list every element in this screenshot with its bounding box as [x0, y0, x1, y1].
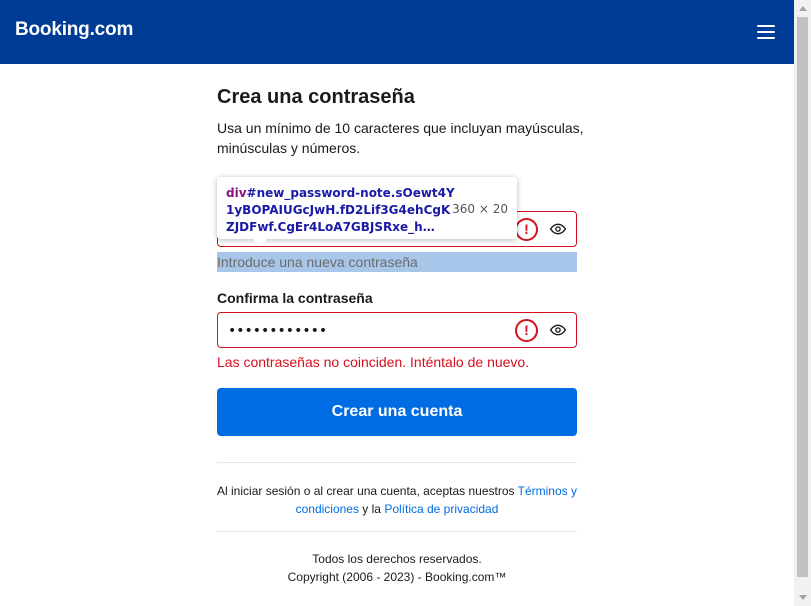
scroll-down-icon[interactable]: [799, 595, 807, 600]
element-classes: #new_password-note.sOewt4Y1yBOPAIUGcJwH.…: [226, 186, 455, 234]
password-requirements: Usa un mínimo de 10 caracteres que inclu…: [217, 120, 584, 156]
create-account-button[interactable]: Crear una cuenta: [217, 388, 577, 436]
rights-text: Todos los derechos reservados.: [312, 552, 482, 566]
password-mismatch-error: Las contraseñas no coinciden. Inténtalo …: [217, 354, 530, 370]
show-password-icon[interactable]: [549, 322, 567, 338]
error-icon: !: [515, 319, 538, 342]
page-title: Crea una contraseña: [217, 86, 415, 108]
devtools-inspect-tooltip: div#new_password-note.sOewt4Y1yBOPAIUGcJ…: [217, 177, 517, 246]
header-bar: Booking.com: [0, 0, 794, 64]
copyright-text: Copyright (2006 - 2023) - Booking.com™: [287, 570, 507, 584]
divider: [217, 462, 577, 463]
terms-middle: y la: [358, 502, 385, 516]
hamburger-icon[interactable]: [752, 20, 780, 44]
booking-logo[interactable]: Booking.com: [15, 19, 133, 41]
password-helper-text: Introduce una nueva contraseña: [217, 254, 418, 270]
scroll-up-icon[interactable]: [799, 6, 807, 11]
show-password-icon[interactable]: [549, 221, 567, 237]
element-size: 360 × 20: [452, 202, 508, 216]
divider: [217, 531, 577, 532]
privacy-link[interactable]: Política de privacidad: [384, 502, 498, 516]
confirm-password-input[interactable]: [226, 319, 510, 343]
element-tag: div: [226, 186, 247, 200]
error-icon: !: [515, 218, 538, 241]
element-selector: div#new_password-note.sOewt4Y1yBOPAIUGcJ…: [226, 185, 458, 236]
confirm-password-field[interactable]: !: [217, 312, 577, 348]
confirm-password-label: Confirma la contraseña: [217, 290, 373, 306]
terms-notice: Al iniciar sesión o al crear una cuenta,…: [217, 482, 577, 518]
scrollbar[interactable]: [794, 0, 811, 606]
footer: Todos los derechos reservados. Copyright…: [217, 550, 577, 586]
terms-prefix: Al iniciar sesión o al crear una cuenta,…: [217, 484, 518, 498]
scroll-thumb[interactable]: [797, 17, 808, 577]
